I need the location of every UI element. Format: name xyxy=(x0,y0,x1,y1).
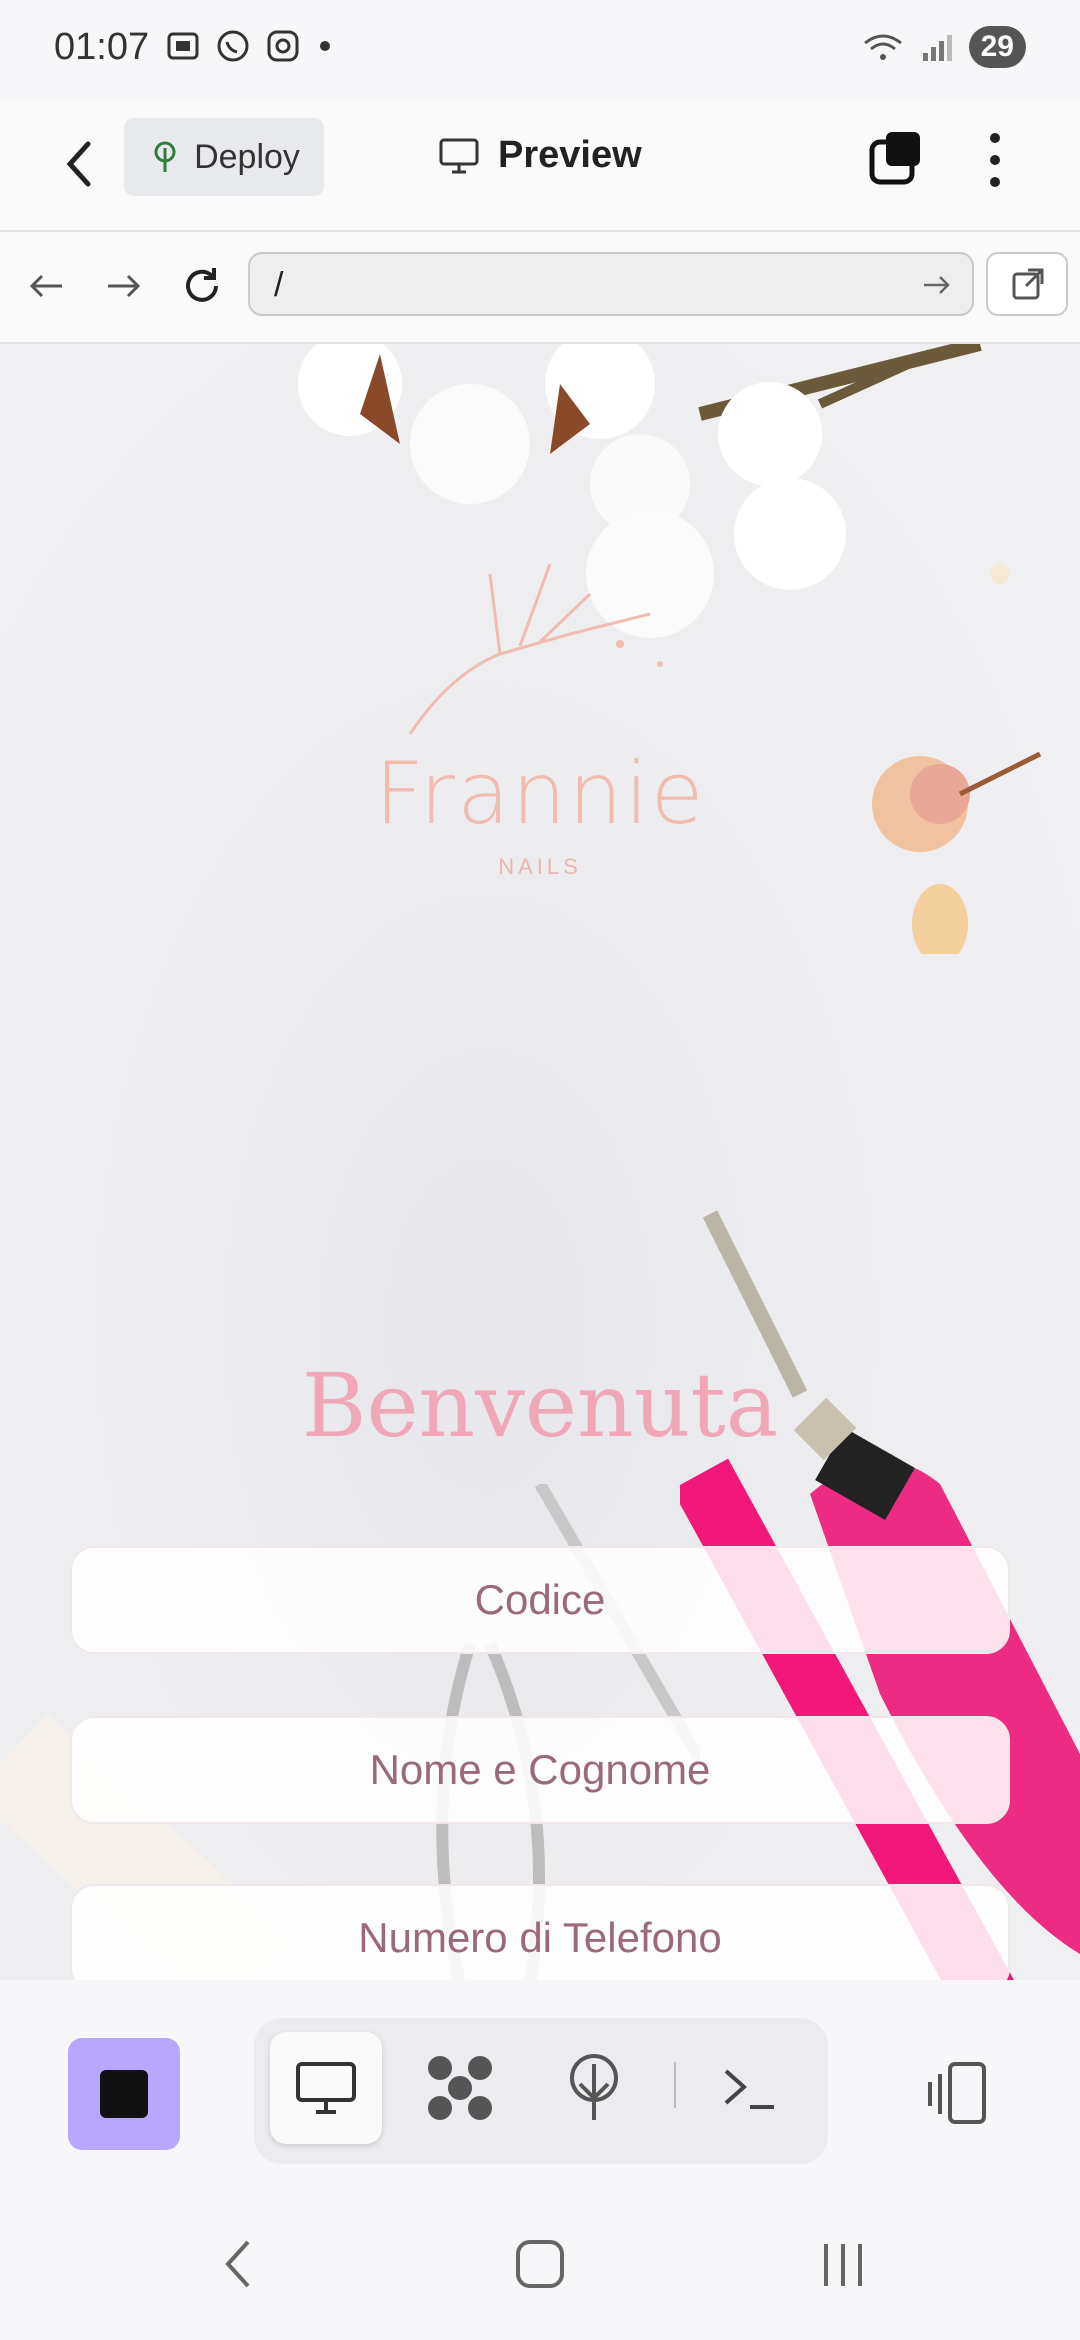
whatsapp-icon xyxy=(217,30,249,62)
open-external-button[interactable] xyxy=(986,252,1068,316)
browser-back-icon[interactable] xyxy=(22,262,70,310)
monitor-icon xyxy=(296,2062,356,2114)
terminal-icon xyxy=(724,2069,774,2109)
dried-rose-image xyxy=(872,751,1042,954)
full-name-field[interactable]: Nome e Cognome xyxy=(70,1716,1010,1824)
app-bar: Deploy Preview xyxy=(0,100,1080,232)
preview-title: Preview xyxy=(438,134,642,177)
deploy-tool-button[interactable] xyxy=(538,2032,650,2144)
status-time: 01:07 xyxy=(54,26,150,68)
monitor-icon xyxy=(439,138,479,173)
stop-icon xyxy=(100,2070,148,2118)
stop-button[interactable] xyxy=(68,2038,180,2150)
status-notification-icons xyxy=(165,28,335,64)
wifi-icon xyxy=(863,34,902,60)
network-icon xyxy=(428,2056,492,2120)
more-options-icon[interactable] xyxy=(980,128,1010,192)
system-nav-bar xyxy=(0,2180,1080,2340)
phone-number-field-placeholder: Numero di Telefono xyxy=(358,1914,722,1961)
deploy-tree-icon xyxy=(154,141,176,172)
deploy-button[interactable]: Deploy xyxy=(124,118,324,196)
status-bar: 01:07 29 xyxy=(0,0,1080,100)
hand-nail-logo-icon xyxy=(408,563,663,735)
signal-icon xyxy=(922,35,952,61)
deploy-tree-icon xyxy=(570,2054,618,2120)
status-system-icons: 29 xyxy=(861,26,1026,68)
go-arrow-icon[interactable] xyxy=(920,268,954,302)
tool-switcher xyxy=(254,2018,828,2164)
back-arrow-icon[interactable] xyxy=(58,134,102,194)
code-field[interactable]: Codice xyxy=(70,1546,1010,1654)
system-recents-icon[interactable] xyxy=(818,2236,868,2292)
screenshot-icon xyxy=(167,32,199,60)
network-tool-button[interactable] xyxy=(404,2032,516,2144)
brand-logo: Frannie NAILS xyxy=(360,554,720,904)
reload-icon[interactable] xyxy=(178,262,226,310)
logo-name: Frannie xyxy=(374,744,706,844)
logo-subtitle: NAILS xyxy=(498,854,582,879)
code-field-placeholder: Codice xyxy=(474,1576,606,1623)
welcome-heading: Benvenuta xyxy=(301,1354,779,1457)
system-back-icon[interactable] xyxy=(218,2236,258,2292)
battery-indicator: 29 xyxy=(968,26,1026,68)
device-toggle-icon[interactable] xyxy=(922,2060,992,2130)
preview-viewport: Frannie NAILS Benvenuta Codice Nome e Co… xyxy=(0,344,1080,1980)
terminal-tool-button[interactable] xyxy=(694,2032,806,2144)
dot-icon xyxy=(320,41,330,51)
url-value: / xyxy=(274,266,284,304)
instagram-icon xyxy=(267,30,299,62)
bottom-toolbar xyxy=(0,1980,1080,2195)
browser-forward-icon[interactable] xyxy=(100,262,148,310)
tabs-switcher-icon[interactable] xyxy=(866,130,924,188)
deploy-label: Deploy xyxy=(194,137,300,176)
preview-tool-button[interactable] xyxy=(270,2032,382,2144)
preview-label: Preview xyxy=(498,134,642,176)
system-home-icon[interactable] xyxy=(514,2236,566,2292)
external-link-icon xyxy=(1012,268,1044,300)
phone-number-field[interactable]: Numero di Telefono xyxy=(70,1884,1010,1980)
url-input[interactable]: / xyxy=(248,252,974,316)
full-name-field-placeholder: Nome e Cognome xyxy=(369,1746,711,1793)
browser-bar: / xyxy=(0,232,1080,344)
toolbar-divider xyxy=(674,2062,676,2108)
